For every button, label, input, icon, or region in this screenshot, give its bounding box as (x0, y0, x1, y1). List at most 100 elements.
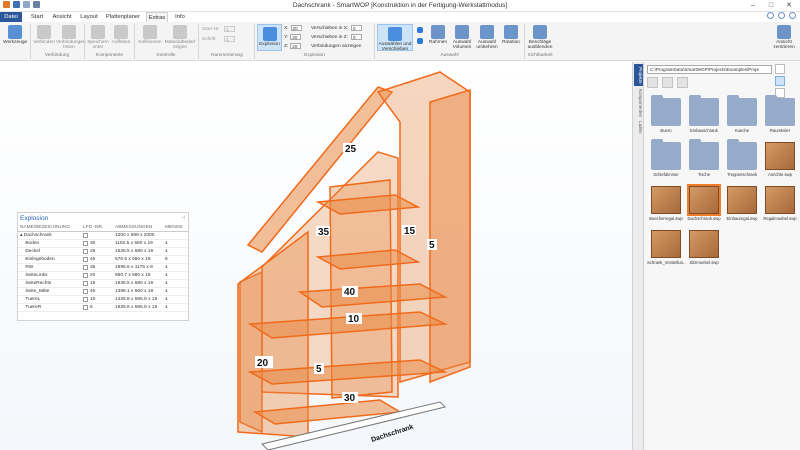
materialbedarf-button[interactable]: Materialbedarf zeigen (164, 25, 196, 50)
explosion-y-field[interactable]: Y: 20 (284, 34, 302, 40)
item-label: Anrichte.swp (768, 172, 792, 177)
project-file-item[interactable]: Sitzmoebel.swp (685, 230, 723, 265)
grid-view-icon[interactable] (775, 64, 785, 74)
frame-icon (431, 25, 445, 39)
vtab-komponenten[interactable]: Komponenten (634, 88, 643, 118)
ribbon-collapse-icon[interactable] (767, 12, 774, 19)
z-input[interactable]: 20 (290, 43, 302, 49)
info-icon[interactable] (789, 12, 796, 19)
checkbox[interactable] (83, 241, 88, 246)
start-nr-input[interactable]: 1 (224, 26, 235, 32)
verbindungen-loesen-button[interactable]: Verbindungen lösen (56, 25, 86, 50)
explosion-x-field[interactable]: X: 20 (284, 25, 302, 31)
part-label-35: 35 (318, 227, 330, 238)
list-view-icon[interactable] (775, 76, 785, 86)
folder-icon (651, 139, 681, 170)
auswahl-volumen-button[interactable]: Auswahl Volumen (450, 25, 474, 50)
x-input[interactable]: 20 (290, 25, 302, 31)
materialbedarf-label: Materialbedarf zeigen (164, 40, 196, 50)
checkbox[interactable] (83, 257, 88, 262)
table-row[interactable]: Einlegeboden 45 570.5 x 550 x 18 6 (18, 256, 188, 264)
auswahl-umkehren-button[interactable]: Auswahl umkehren (475, 25, 499, 50)
table-row[interactable]: TuereR 5 1925.6 x 595.5 x 19 1 (18, 304, 188, 312)
folder-item[interactable]: Buero (647, 95, 685, 133)
path-field[interactable]: C:\ProgramData\SmartWOP\Projects\Example… (647, 65, 772, 74)
beschlaege-ausblenden-button[interactable]: Beschläge ausblenden (526, 25, 554, 50)
kollisionen-button[interactable]: Kollisionen (136, 25, 164, 45)
explosion-button[interactable]: Explosion (257, 24, 282, 51)
pin-icon[interactable]: ⊣ (181, 215, 185, 221)
verbindungen-anzeigen[interactable]: Verbindungen anzeigen (311, 44, 361, 49)
project-file-item[interactable]: Buecherregal.swp (647, 186, 685, 221)
verschieben-z-input[interactable]: 0 (351, 34, 362, 40)
checkbox[interactable] (83, 281, 88, 286)
table-row[interactable]: Deckel 25 1528.5 x 580 x 19 1 (18, 248, 188, 256)
checkbox[interactable] (83, 297, 88, 302)
checkbox[interactable] (83, 249, 88, 254)
remove-icon[interactable] (416, 38, 424, 45)
table-row[interactable]: TuereL 10 1426.8 x 595.5 x 19 1 (18, 296, 188, 304)
y-input[interactable]: 20 (290, 34, 302, 40)
browser-toolbar (647, 77, 688, 88)
speichern-unter-button[interactable]: Speichern unter (87, 25, 109, 50)
help-icon[interactable] (778, 12, 785, 19)
table-row[interactable]: RW 35 1895.6 x 1175 x 8 1 (18, 264, 188, 272)
new-folder-icon[interactable] (647, 77, 658, 88)
tab-info[interactable]: Info (172, 12, 188, 22)
table-row[interactable]: ▴ Dachschrank 1200 x 599 x 2000 (18, 232, 188, 240)
folder-item[interactable]: Schiefdimmer (647, 139, 685, 177)
verschieben-x-field[interactable]: Verschieben in X: 0 (311, 25, 362, 31)
auswaehlen-label: Auswählen und Verschieben (378, 42, 412, 52)
tab-plattenplaner[interactable]: Plattenplaner (104, 12, 142, 22)
schritt-field[interactable]: Schritt 1 (202, 36, 235, 42)
verschieben-z-field[interactable]: Verschieben in Z: 0 (311, 34, 362, 40)
explosion-z-field[interactable]: Z: 20 (284, 43, 302, 49)
close-button[interactable]: ✕ (780, 0, 798, 11)
add-icon[interactable] (416, 27, 424, 34)
project-file-item[interactable]: Dachschrank.swp (685, 184, 723, 221)
ansicht-zentrieren-button[interactable]: Ansicht zentrieren (770, 25, 798, 50)
checkbox[interactable] (83, 305, 88, 310)
vtab-projekte[interactable]: Projekte (634, 64, 643, 86)
checkbox[interactable] (83, 265, 88, 270)
project-file-item[interactable]: Einbauregal.swp (723, 186, 761, 221)
maximize-button[interactable]: □ (762, 0, 780, 11)
auswaehlen-button[interactable]: Auswählen und Verschieben (377, 24, 413, 52)
item-label: Einbauregal.swp (726, 216, 758, 221)
verschieben-x-input[interactable]: 0 (351, 25, 362, 31)
table-row[interactable]: Seite_Mitte 40 1399.1 x 560 x 18 1 (18, 288, 188, 296)
tab-start[interactable]: Start (27, 12, 47, 22)
project-file-item[interactable]: Schrank_Vorstellun... (647, 230, 687, 265)
vtab-laden[interactable]: Laden (634, 120, 643, 134)
tab-layout[interactable]: Layout (78, 12, 100, 22)
table-row[interactable]: SeiteLinks 20 950.7 x 580 x 19 1 (18, 272, 188, 280)
3d-viewport[interactable]: 25 35 15 5 40 10 20 5 30 Dachschrank Exp… (0, 62, 632, 450)
verbinden-button[interactable]: Verbinden (33, 25, 55, 45)
checkbox[interactable] (83, 289, 88, 294)
aufloesen-button[interactable]: Auflösen (110, 25, 132, 45)
project-file-item[interactable]: Regalmoebel.swp (761, 186, 799, 221)
table-row[interactable]: Boden 30 1162.5 x 580 x 19 1 (18, 240, 188, 248)
project-file-item[interactable]: Anrichte.swp (761, 142, 799, 177)
part-name: SeiteLinks (25, 273, 48, 278)
panel-tuere-r[interactable] (429, 88, 471, 384)
folder-item[interactable]: Raumteiler (761, 95, 799, 133)
tab-datei[interactable]: Datei (0, 12, 22, 22)
folder-item[interactable]: Kueche (723, 95, 761, 133)
start-nr-field[interactable]: Start Nr. 1 (202, 26, 235, 32)
folder-item[interactable]: Treppenschrank (723, 139, 761, 177)
werkzeuge-button[interactable]: Werkzeuge (3, 25, 27, 45)
rahmen-button[interactable]: Rahmen (428, 25, 448, 45)
item-label: Dachschrank.swp (687, 216, 721, 221)
tab-ansicht[interactable]: Ansicht (50, 12, 74, 22)
folder-item[interactable]: Tische (685, 139, 723, 177)
checkbox[interactable] (83, 233, 88, 238)
delete-icon[interactable] (677, 77, 688, 88)
minimize-button[interactable]: – (744, 0, 762, 11)
checkbox[interactable] (83, 273, 88, 278)
up-folder-icon[interactable] (662, 77, 673, 88)
folder-item[interactable]: Einbauschrank (685, 95, 723, 133)
schritt-input[interactable]: 1 (224, 36, 235, 42)
rotation-button[interactable]: Rotation (500, 25, 522, 45)
table-row[interactable]: SeiteRechts 15 1935.5 x 580 x 19 1 (18, 280, 188, 288)
